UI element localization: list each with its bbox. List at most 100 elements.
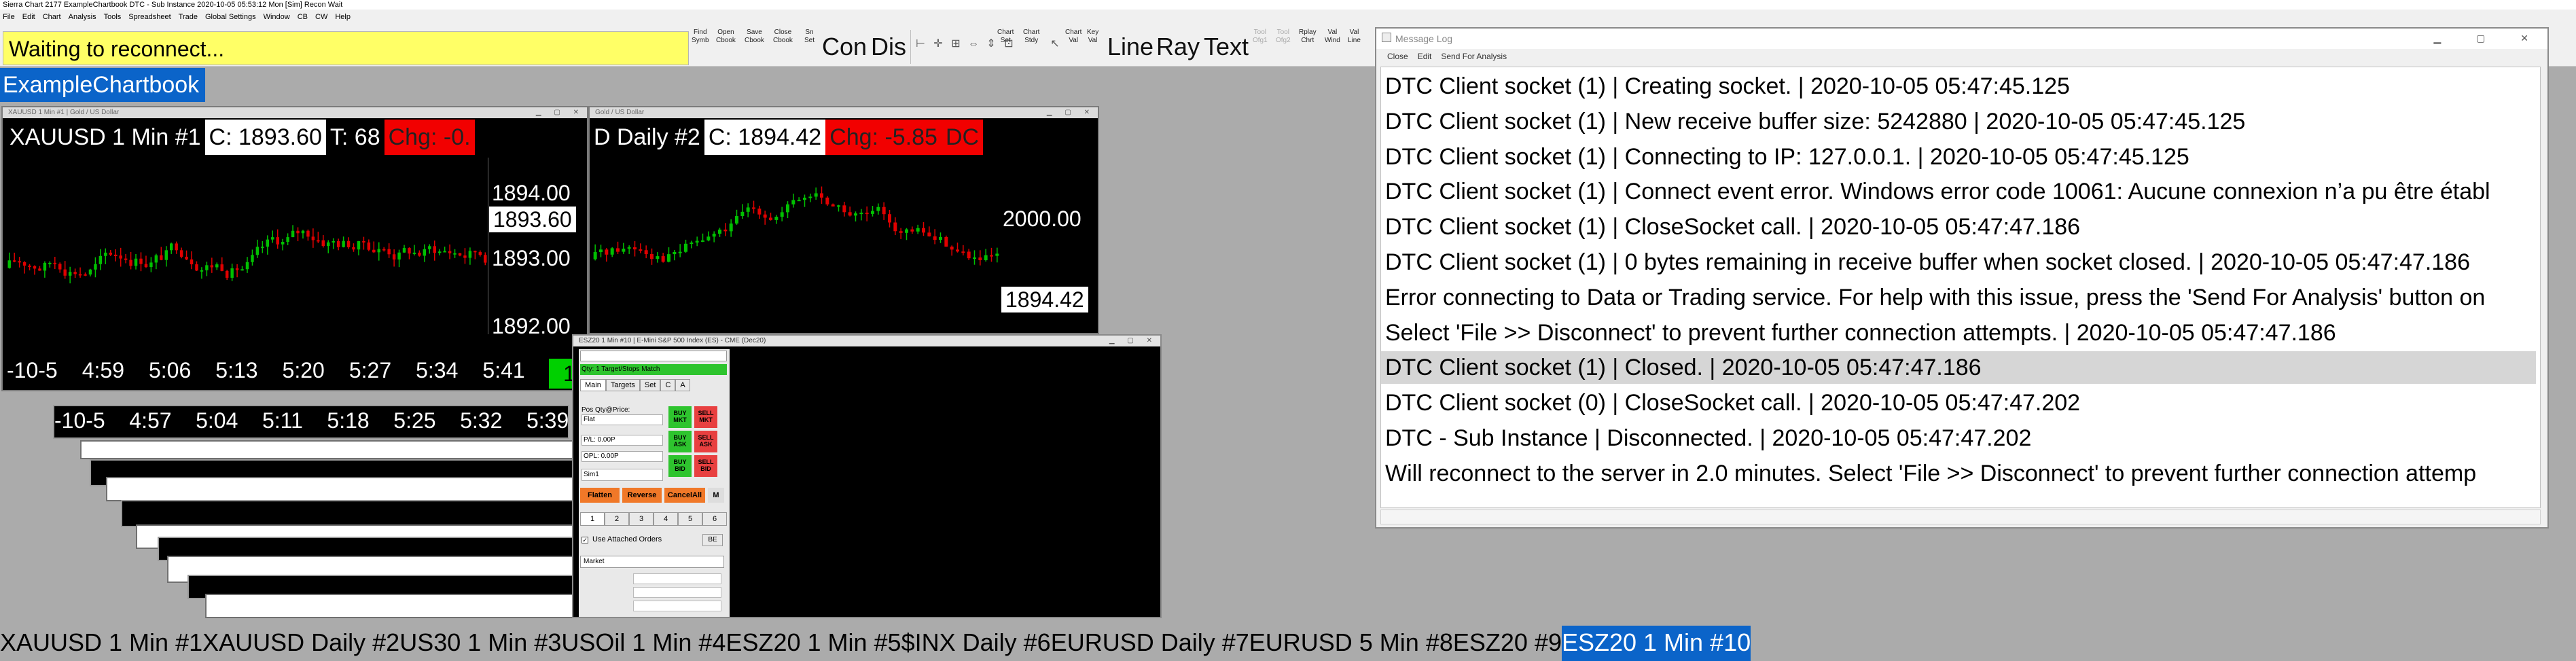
crosshair-icon[interactable]: ✛: [931, 38, 946, 50]
log-menu-edit[interactable]: Edit: [1418, 52, 1432, 61]
close-chartbook-button[interactable]: Close Cbook: [773, 29, 793, 45]
log-line[interactable]: DTC Client socket (1) | Connect event er…: [1381, 175, 2536, 208]
trade-chart-window[interactable]: ESZ20 1 Min #10 | E-Mini S&P 500 Index (…: [572, 334, 1162, 618]
log-line[interactable]: DTC Client socket (1) | CloseSocket call…: [1381, 211, 2536, 243]
stacked-chart-window[interactable]: [205, 594, 591, 618]
disconnect-button[interactable]: Dis: [871, 30, 906, 64]
order-type-select[interactable]: Market: [580, 556, 724, 568]
sell-market-button[interactable]: SELL MKT: [694, 406, 717, 428]
line-tool-button[interactable]: Line: [1107, 30, 1153, 64]
chart-tab[interactable]: EURUSD Daily #7: [1051, 626, 1249, 661]
sell-bid-button[interactable]: SELL BID: [694, 455, 717, 477]
m-button[interactable]: M: [708, 488, 724, 503]
chart-tab[interactable]: XAUUSD 1 Min #1: [0, 626, 202, 661]
tool-ofg1-button[interactable]: Tool Ofg1: [1253, 29, 1268, 45]
attached-orders-checkbox[interactable]: ✓: [582, 537, 588, 543]
chart-candles[interactable]: [7, 158, 488, 327]
menu-chart[interactable]: Chart: [43, 10, 61, 24]
symbol-dropdown[interactable]: [580, 351, 727, 361]
menu-file[interactable]: File: [3, 10, 15, 24]
menu-analysis[interactable]: Analysis: [69, 10, 96, 24]
qty-preset-2[interactable]: 2: [605, 512, 629, 526]
menu-window[interactable]: Window: [264, 10, 290, 24]
chart-study-button[interactable]: Chart Stdy: [1023, 29, 1039, 45]
menu-global-settings[interactable]: Global Settings: [205, 10, 256, 24]
sn-set-button[interactable]: Sn Set: [804, 29, 815, 45]
stacked-chart-window[interactable]: [121, 500, 580, 527]
log-line[interactable]: DTC Client socket (1) | Creating socket.…: [1381, 70, 2536, 103]
account-select[interactable]: Sim1: [582, 469, 663, 481]
log-line[interactable]: DTC Client socket (1) | Closed. | 2020-1…: [1381, 351, 2536, 385]
chart-set-button[interactable]: Chart Set: [997, 29, 1014, 45]
qty-preset-3[interactable]: 3: [629, 512, 654, 526]
chart-tab[interactable]: EURUSD 5 Min #8: [1249, 626, 1453, 661]
log-line[interactable]: Select 'File >> Disconnect' to prevent f…: [1381, 317, 2536, 349]
chart-tab[interactable]: ESZ20 1 Min #5: [726, 626, 901, 661]
buy-ask-button[interactable]: BUY ASK: [668, 431, 692, 452]
breakeven-button[interactable]: BE: [702, 534, 723, 546]
log-menu-close[interactable]: Close: [1387, 52, 1408, 61]
chart-tab[interactable]: $INX Daily #6: [901, 626, 1051, 661]
move-icon[interactable]: ⇔: [966, 38, 981, 50]
chart-candles[interactable]: [592, 158, 1000, 334]
sell-ask-button[interactable]: SELL ASK: [694, 431, 717, 452]
menu-help[interactable]: Help: [335, 10, 351, 24]
message-log-body[interactable]: DTC Client socket (1) | Creating socket.…: [1380, 67, 2541, 508]
chart-tab[interactable]: ESZ20 1 Min #10: [1561, 626, 1751, 661]
tab-targets[interactable]: Targets: [605, 379, 640, 391]
tab-main[interactable]: Main: [580, 379, 606, 391]
chart-tab[interactable]: US30 1 Min #3: [399, 626, 561, 661]
ray-tool-button[interactable]: Ray: [1156, 30, 1200, 64]
stacked-chart-window[interactable]: [80, 440, 573, 459]
buy-market-button[interactable]: BUY MKT: [668, 406, 692, 428]
tool-ofg2-button[interactable]: Tool Ofg2: [1276, 29, 1291, 45]
save-chartbook-button[interactable]: Save Cbook: [745, 29, 764, 45]
message-log-window[interactable]: Message Log ▁ ▢ ✕ Close Edit Send For An…: [1375, 27, 2549, 529]
price-input-3[interactable]: [633, 601, 721, 611]
log-menu-send[interactable]: Send For Analysis: [1441, 52, 1507, 61]
pointer-icon[interactable]: ↖: [1048, 38, 1062, 50]
find-symbol-button[interactable]: Find Symb: [692, 29, 709, 45]
open-chartbook-button[interactable]: Open Cbook: [716, 29, 736, 45]
log-line[interactable]: Will reconnect to the server in 2.0 minu…: [1381, 457, 2536, 490]
flatten-button[interactable]: Flatten: [580, 488, 620, 503]
menu-cb[interactable]: CB: [298, 10, 308, 24]
log-line[interactable]: DTC - Sub Instance | Disconnected. | 202…: [1381, 422, 2536, 454]
log-line[interactable]: DTC Client socket (1) | Connecting to IP…: [1381, 141, 2536, 173]
tab-set[interactable]: Set: [639, 379, 661, 391]
value-line-button[interactable]: Val Line: [1348, 29, 1361, 45]
qty-preset-4[interactable]: 4: [654, 512, 678, 526]
log-line[interactable]: DTC Client socket (1) | New receive buff…: [1381, 105, 2536, 138]
text-tool-button[interactable]: Text: [1204, 30, 1249, 64]
log-line[interactable]: DTC Client socket (1) | 0 bytes remainin…: [1381, 246, 2536, 279]
qty-preset-6[interactable]: 6: [702, 512, 727, 526]
log-line[interactable]: Error connecting to Data or Trading serv…: [1381, 281, 2536, 314]
cancel-all-button[interactable]: CancelAll: [664, 488, 705, 503]
chart-tab[interactable]: ESZ20 #9: [1453, 626, 1562, 661]
cursor-tool-icon[interactable]: ⊢: [913, 38, 928, 50]
value-window-button[interactable]: Val Wind: [1325, 29, 1340, 45]
log-line[interactable]: DTC Client socket (0) | CloseSocket call…: [1381, 387, 2536, 419]
replay-chart-button[interactable]: Rplay Chrt: [1299, 29, 1317, 45]
zoom-icon[interactable]: ⊞: [948, 38, 963, 50]
qty-preset-1[interactable]: 1: [580, 512, 605, 526]
scale-icon[interactable]: ⇕: [984, 38, 999, 50]
window-buttons[interactable]: ▁ ▢ ✕: [536, 109, 584, 116]
menu-cw[interactable]: CW: [315, 10, 327, 24]
window-buttons[interactable]: ▁ ▢ ✕: [1109, 337, 1158, 344]
reverse-button[interactable]: Reverse: [622, 488, 662, 503]
qty-preset-5[interactable]: 5: [678, 512, 702, 526]
buy-bid-button[interactable]: BUY BID: [668, 455, 692, 477]
tab-c[interactable]: C: [660, 379, 676, 391]
price-input-2[interactable]: [633, 587, 721, 598]
stacked-chart-window[interactable]: [106, 477, 579, 501]
window-buttons[interactable]: ▁ ▢ ✕: [2433, 33, 2545, 44]
chart-window-xauusd-daily[interactable]: Gold / US Dollar ▁ ▢ ✕ D Daily #2 C: 189…: [588, 106, 1099, 334]
tab-a[interactable]: A: [675, 379, 690, 391]
menu-spreadsheet[interactable]: Spreadsheet: [128, 10, 171, 24]
connect-button[interactable]: Con: [822, 30, 867, 64]
chart-tab[interactable]: XAUUSD Daily #2: [202, 626, 399, 661]
price-input[interactable]: [633, 573, 721, 584]
chart-window-xauusd-1min[interactable]: XAUUSD 1 Min #1 | Gold / US Dollar ▁ ▢ ✕…: [1, 106, 590, 391]
chart-value-button[interactable]: Chart Val: [1065, 29, 1081, 45]
